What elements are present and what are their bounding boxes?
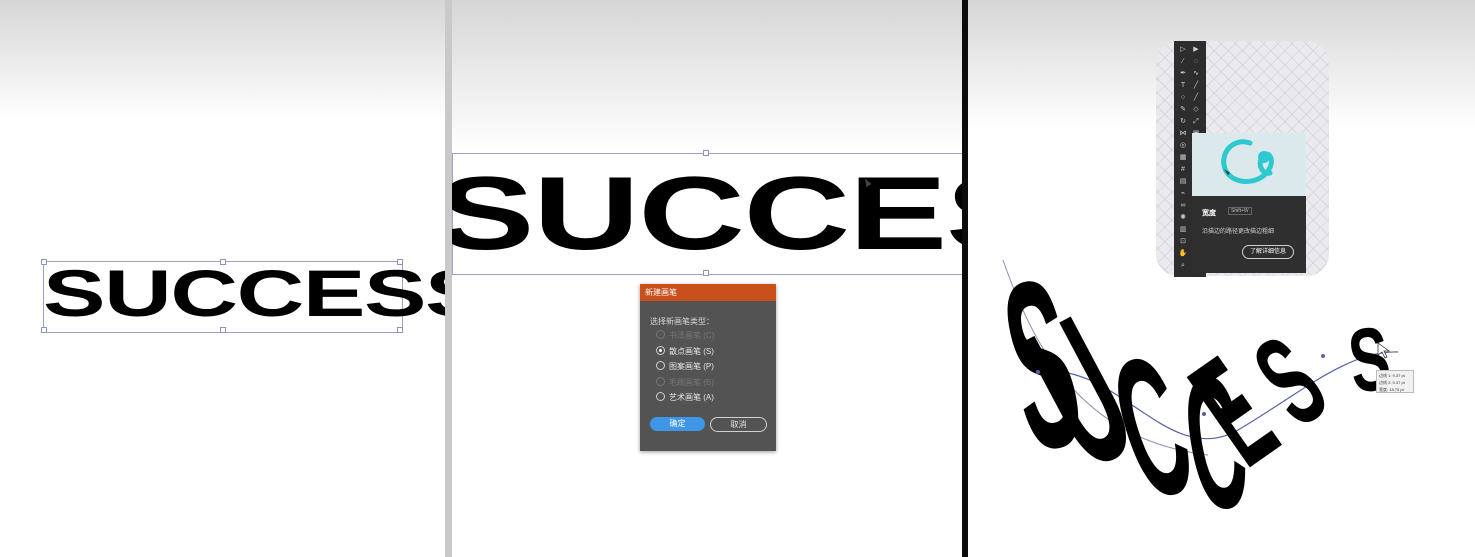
option-art-brush[interactable]: 艺术画笔 (A): [656, 392, 714, 404]
canvas-gradient: [452, 0, 962, 150]
canvas-gradient: [0, 0, 445, 120]
measure-side2: 边线 2: 9.37 pt: [1379, 380, 1405, 385]
option-scatter-brush[interactable]: 散点画笔 (S): [656, 346, 714, 358]
success-text-zoomed[interactable]: SUCCESS: [452, 160, 962, 268]
dialog-prompt: 选择新画笔类型：: [650, 317, 714, 326]
new-brush-dialog: 新建画笔 选择新画笔类型： 书法画笔 (C) 散点画笔 (S) 图案画笔 (P)…: [640, 284, 776, 451]
measure-side1: 边线 1: 9.37 pt: [1379, 373, 1405, 378]
warped-success-artwork[interactable]: S U C C E S S: [968, 0, 1475, 557]
radio-icon[interactable]: [656, 361, 665, 371]
option-bristle-brush: 毛刷画笔 (B): [656, 377, 714, 389]
dialog-title: 新建画笔: [640, 284, 776, 301]
path-anchor-point[interactable]: [1036, 370, 1040, 374]
option-calligraphic-brush: 书法画笔 (C): [656, 330, 714, 342]
path-anchor-point[interactable]: [1321, 354, 1325, 358]
warped-letter-s3[interactable]: S: [1343, 308, 1397, 413]
success-text[interactable]: SUCCESS: [43, 258, 445, 328]
radio-selected-icon[interactable]: [656, 346, 665, 356]
canvas-panel-original: SUCCESS: [0, 0, 445, 557]
radio-icon[interactable]: [656, 392, 665, 402]
radio-icon: [656, 330, 665, 340]
canvas-panel-warped: ▷ ▶ ⁄ ◌ ✒ ∿ T ╱ ○ ╱ ✎ ◇ ↻ ⤢ ⋈ ▣ ◎ ▦ # ▤ …: [968, 0, 1475, 557]
ok-button[interactable]: 确定: [650, 417, 705, 431]
path-anchor-point[interactable]: [1202, 412, 1206, 416]
radio-icon: [656, 377, 665, 387]
width-measure-readout: 边线 1: 9.37 pt 边线 2: 9.37 pt 宽度: 18.75 pt: [1376, 370, 1414, 393]
option-pattern-brush[interactable]: 图案画笔 (P): [656, 361, 714, 373]
cancel-button[interactable]: 取消: [710, 417, 767, 432]
canvas-panel-brush: SUCCESS 新建画笔 选择新画笔类型： 书法画笔 (C) 散点画笔 (S) …: [452, 0, 962, 557]
measure-width: 宽度: 18.75 pt: [1379, 387, 1404, 392]
panel-divider: [445, 0, 452, 557]
